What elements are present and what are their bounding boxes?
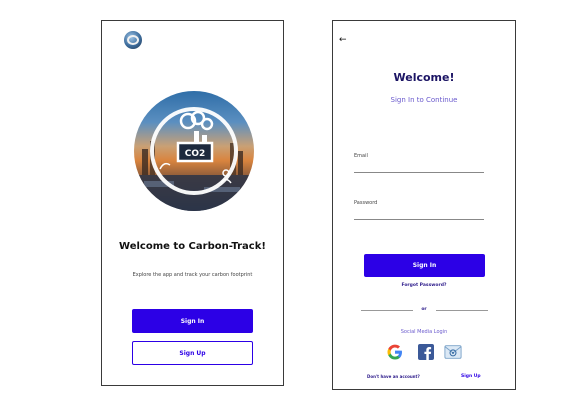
sign-up-button[interactable]: Sign Up bbox=[132, 341, 253, 365]
sign-in-button[interactable]: Sign In bbox=[132, 309, 253, 333]
password-label: Password bbox=[354, 200, 378, 206]
login-subtitle: Sign In to Continue bbox=[390, 96, 458, 104]
facebook-icon[interactable] bbox=[417, 343, 435, 361]
divider-right bbox=[436, 310, 488, 311]
forgot-password-link[interactable]: Forgot Password? bbox=[333, 283, 515, 288]
app-logo bbox=[124, 31, 142, 49]
email-label: Email bbox=[354, 153, 368, 159]
email-icon[interactable] bbox=[444, 343, 462, 361]
welcome-title: Welcome to Carbon-Track! bbox=[119, 241, 266, 252]
no-account-label: Don't have an account? bbox=[367, 374, 420, 379]
login-screen: ← Welcome! Sign In to Continue Email Pas… bbox=[332, 20, 516, 390]
email-field[interactable] bbox=[354, 164, 484, 173]
co2-badge-text: CO2 bbox=[185, 149, 206, 159]
sign-in-button[interactable]: Sign In bbox=[364, 254, 485, 277]
google-icon[interactable] bbox=[386, 343, 404, 361]
sign-up-link[interactable]: Sign Up bbox=[461, 374, 481, 379]
login-title: Welcome! bbox=[393, 71, 455, 84]
co2-factory-illustration: CO2 bbox=[134, 107, 254, 211]
arrow-left-icon[interactable]: ← bbox=[339, 35, 347, 45]
password-field[interactable] bbox=[354, 211, 484, 220]
welcome-subtitle: Explore the app and track your carbon fo… bbox=[132, 272, 253, 278]
social-login-title: Social Media Login bbox=[400, 329, 448, 335]
hero-image: CO2 bbox=[134, 91, 254, 211]
welcome-screen: CO2 Welcome to Carbon-Track! Explore the… bbox=[101, 20, 284, 386]
